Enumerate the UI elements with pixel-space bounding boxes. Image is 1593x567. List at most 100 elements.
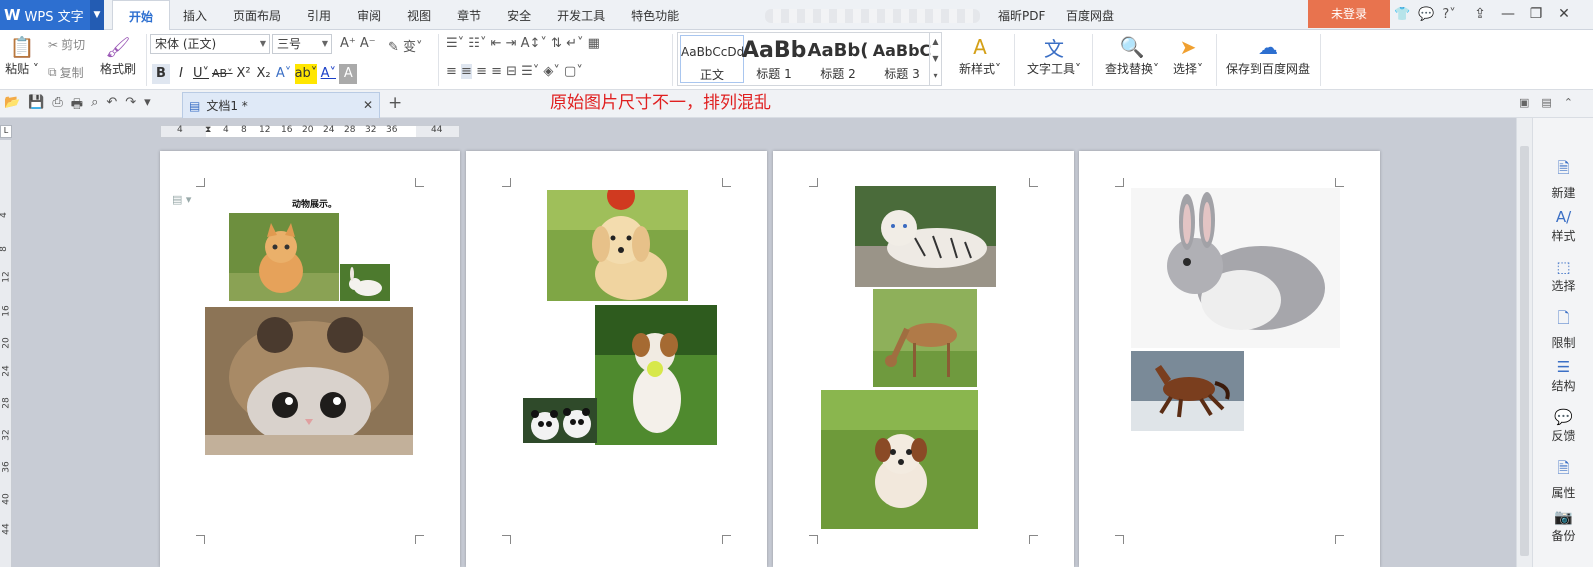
document-page-4[interactable]: [1079, 151, 1380, 567]
minimize-icon[interactable]: —: [1494, 6, 1522, 22]
backup-icon: 📷: [1554, 508, 1573, 526]
tab-page-layout[interactable]: 页面布局: [220, 0, 294, 30]
save-baidu-button[interactable]: ☁ 保存到百度网盘: [1222, 34, 1314, 77]
font-color-icon[interactable]: A˅: [319, 64, 337, 84]
puppy-in-grass-photo[interactable]: [821, 390, 978, 529]
app-menu-button[interactable]: W WPS 文字 ▼: [0, 0, 104, 30]
tab-baidu-netdisk[interactable]: 百度网盘: [1066, 0, 1114, 30]
superscript-icon[interactable]: X²: [235, 64, 253, 84]
white-tiger-photo[interactable]: [855, 186, 996, 287]
restore-icon[interactable]: ❐: [1522, 6, 1550, 22]
style-gallery: AaBbCcDd 正文 AaBb 标题 1 AaBb( 标题 2 AaBbC 标…: [677, 32, 942, 86]
document-tab[interactable]: ▤ 文档1 * ✕: [182, 92, 380, 118]
scrollbar-thumb[interactable]: [1520, 146, 1529, 556]
copy-button[interactable]: ⧉ 复制: [48, 64, 84, 81]
login-button[interactable]: 未登录: [1308, 0, 1390, 28]
find-replace-button[interactable]: 🔍 查找替换˅: [1100, 34, 1164, 77]
horizontal-ruler[interactable]: 4 ⧗ 4 8 12 16 20 24 28 32 36 44: [160, 125, 460, 138]
help-icon[interactable]: ?˅: [1442, 7, 1455, 22]
upload-icon[interactable]: ⇪: [1466, 6, 1494, 22]
export-pdf-icon[interactable]: ⎙: [52, 95, 62, 117]
highlight-icon[interactable]: ab˅: [294, 64, 318, 84]
grow-font-icon[interactable]: A⁺ A⁻: [340, 36, 376, 51]
deer-photo[interactable]: [873, 289, 977, 387]
tab-security[interactable]: 安全: [494, 0, 544, 30]
document-page-1[interactable]: ▤ ▾ 动物展示。: [160, 151, 460, 567]
sidepanel-restrict[interactable]: 🗋 限制: [1533, 308, 1593, 351]
redo-icon[interactable]: ↷: [125, 95, 136, 117]
char-shading-icon[interactable]: A: [339, 64, 358, 84]
italic-icon[interactable]: I: [172, 64, 190, 84]
golden-puppy-photo[interactable]: [547, 190, 688, 301]
tab-foxit-pdf[interactable]: 福昕PDF: [998, 0, 1045, 30]
tab-features[interactable]: 特色功能: [618, 0, 692, 30]
print-preview-icon[interactable]: ⌕: [91, 95, 98, 117]
text-tools-button[interactable]: 文 文字工具˅: [1024, 34, 1084, 77]
select-button[interactable]: ➤ 选择˅: [1168, 34, 1208, 77]
document-page-2[interactable]: [466, 151, 767, 567]
align-icons[interactable]: ≡ ≡ ≡ ≡ ⊟ ☰˅ ◈˅ ▢˅: [446, 64, 583, 79]
format-painter-button[interactable]: 🖌 格式刷: [96, 34, 140, 77]
new-tab-icon[interactable]: +: [388, 93, 402, 113]
indent-marker-icon[interactable]: ⧗: [205, 125, 211, 135]
paste-button[interactable]: 📋 粘贴 ˅: [4, 34, 40, 77]
layout-icon[interactable]: ▤: [1541, 96, 1551, 109]
style-normal[interactable]: AaBbCcDd 正文: [680, 35, 744, 83]
cut-button[interactable]: ✂ 剪切: [48, 36, 85, 53]
tab-home[interactable]: 开始: [112, 0, 171, 31]
chevron-down-icon[interactable]: ▼: [90, 0, 104, 30]
dog-with-ball-photo[interactable]: [595, 305, 717, 445]
save-icon[interactable]: 💾: [28, 95, 44, 117]
strikethrough-icon[interactable]: AB˅: [212, 64, 233, 84]
collapse-ribbon-icon[interactable]: ⌃: [1564, 96, 1573, 109]
rabbit-photo-small[interactable]: [340, 264, 390, 301]
style-heading-2[interactable]: AaBb( 标题 2: [806, 35, 870, 83]
tab-developer[interactable]: 开发工具: [544, 0, 618, 30]
tab-insert[interactable]: 插入: [170, 0, 220, 30]
sidepanel-style[interactable]: A/样式: [1533, 208, 1593, 244]
style-gallery-scroll[interactable]: ▲ ▼ ▾: [929, 33, 941, 85]
sidepanel-new[interactable]: 🗎 新建: [1533, 158, 1593, 201]
print-icon[interactable]: 🖶: [71, 95, 83, 117]
skin-icon[interactable]: 👕: [1394, 7, 1410, 22]
kitten-photo[interactable]: [229, 213, 339, 301]
sidepanel-structure[interactable]: ☰ 结构: [1533, 358, 1593, 394]
paragraph-options-icon[interactable]: ▤ ▾: [172, 193, 191, 206]
document-page-3[interactable]: [773, 151, 1074, 567]
clear-format-icon[interactable]: ✎ 变˅: [388, 36, 423, 55]
read-mode-icon[interactable]: ▣: [1519, 96, 1529, 109]
vertical-scrollbar[interactable]: [1516, 118, 1532, 567]
sidepanel-select[interactable]: ⬚ 选择: [1533, 258, 1593, 294]
style-heading-3[interactable]: AaBbC 标题 3: [870, 35, 934, 83]
sidepanel-backup[interactable]: 📷 备份: [1533, 508, 1593, 544]
undo-icon[interactable]: ↶: [106, 95, 117, 117]
tab-view[interactable]: 视图: [394, 0, 444, 30]
close-tab-icon[interactable]: ✕: [363, 98, 373, 112]
font-name-select[interactable]: 宋体 (正文) ▼: [150, 34, 270, 54]
font-size-select[interactable]: 三号 ▼: [272, 34, 332, 54]
cat-in-hat-photo[interactable]: [205, 307, 413, 455]
horse-photo[interactable]: [1131, 351, 1244, 431]
chat-icon[interactable]: 💬: [1418, 7, 1434, 22]
new-style-button[interactable]: A 新样式˅: [954, 34, 1006, 77]
close-icon[interactable]: ✕: [1550, 6, 1578, 22]
pandas-photo[interactable]: [523, 398, 597, 443]
style-heading-1[interactable]: AaBb 标题 1: [742, 35, 806, 83]
tab-review[interactable]: 审阅: [344, 0, 394, 30]
sidepanel-properties[interactable]: 🗎 属性: [1533, 458, 1593, 501]
select-icon: ⬚: [1556, 258, 1571, 276]
bold-icon[interactable]: B: [152, 64, 170, 84]
subscript-icon[interactable]: X₂: [255, 64, 273, 84]
underline-icon[interactable]: U˅: [192, 64, 210, 84]
tab-references[interactable]: 引用: [294, 0, 344, 30]
text-effect-icon[interactable]: A˅: [275, 64, 293, 84]
doc-icon: ▤: [189, 98, 201, 113]
list-icons[interactable]: ☰˅ ☷˅ ⇤ ⇥ A↕˅ ⇅ ↵˅ ▦: [446, 36, 600, 51]
customize-icon[interactable]: ▾: [144, 95, 151, 117]
open-icon[interactable]: 📂: [4, 95, 20, 117]
sidepanel-feedback[interactable]: 💬 反馈: [1533, 408, 1593, 444]
vertical-ruler[interactable]: 4 8 12 16 20 24 28 32 36 40 44: [0, 140, 12, 567]
tab-sections[interactable]: 章节: [444, 0, 494, 30]
tab-stop-selector[interactable]: L: [0, 125, 12, 138]
rabbit-photo-large[interactable]: [1131, 188, 1340, 348]
